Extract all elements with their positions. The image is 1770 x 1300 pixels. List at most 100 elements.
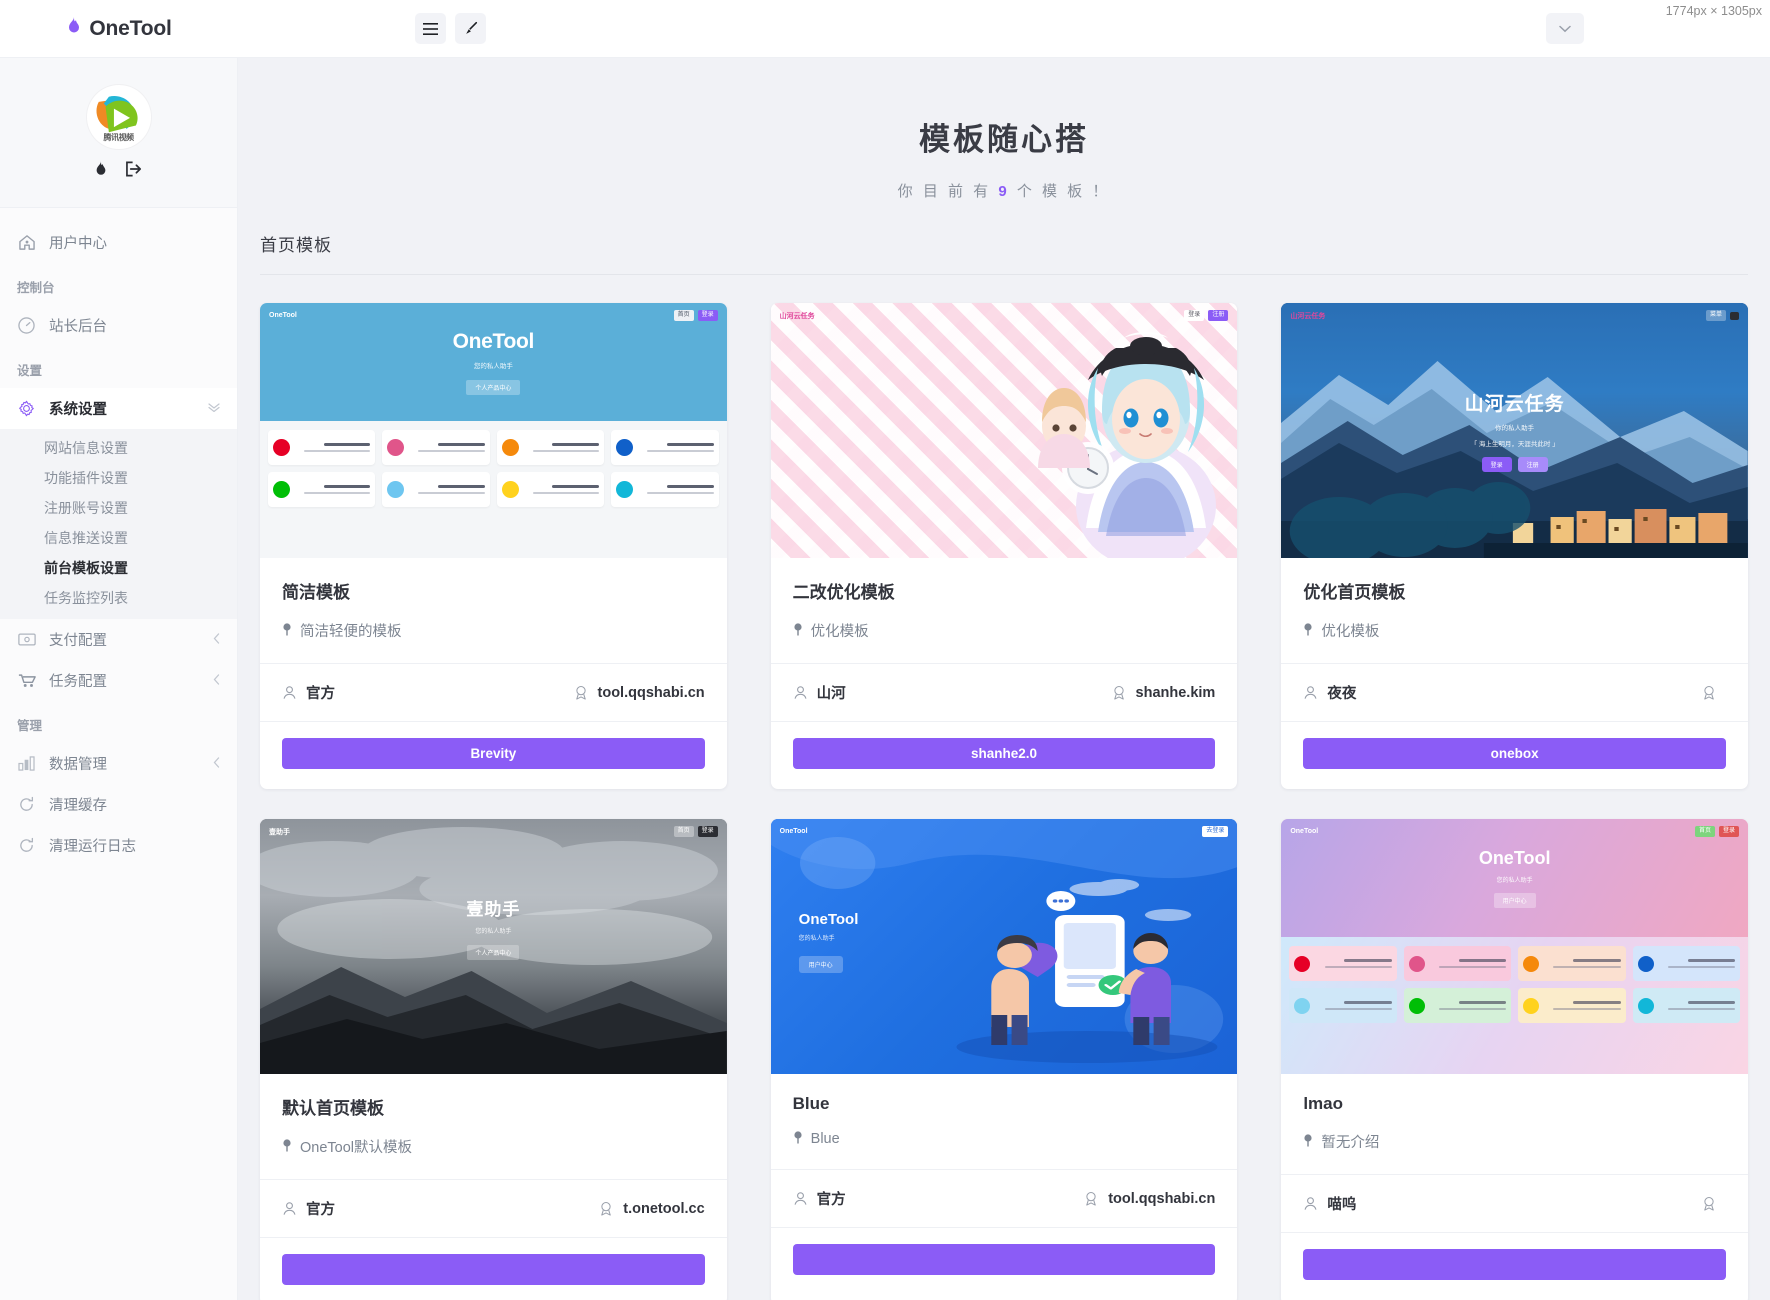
template-desc: 优化模板 — [1321, 624, 1380, 640]
thumb-tile — [382, 430, 490, 465]
sidebar-item-label: 站长后台 — [49, 319, 107, 335]
flame-icon — [66, 17, 82, 40]
template-author-name: 官方 — [306, 1202, 335, 1218]
user-icon — [1303, 1196, 1318, 1211]
template-card[interactable]: 山河云任务 你的私人助手 「 海上生明月，天涯共此时 」 登录 注册 山河云任务 — [1281, 303, 1748, 789]
thumb-tile — [1518, 988, 1626, 1023]
template-card-footer: onebox — [1281, 722, 1748, 789]
sidebar-group-title-settings: 设置 — [17, 364, 43, 378]
template-card-body: lmao 暂无介绍 — [1281, 1074, 1748, 1175]
sidebar-subitem-plugins[interactable]: 功能插件设置 — [0, 463, 237, 493]
refresh-icon — [17, 837, 36, 854]
thumb-mini-nav: 菜单 — [1705, 310, 1739, 321]
thumb-brand: 壹助手 — [269, 828, 290, 836]
sidebar-subitem-register-account[interactable]: 注册账号设置 — [0, 493, 237, 523]
template-desc-row: 暂无介绍 — [1303, 1131, 1726, 1152]
sidebar-group-title-console: 控制台 — [17, 281, 55, 295]
thumb-tile-grid — [260, 421, 727, 558]
count-suffix: 个 模 板 ！ — [1009, 183, 1111, 200]
thumb-mini-header: OneTool 首页 登录 — [269, 310, 718, 321]
hamburger-icon[interactable] — [415, 13, 446, 44]
template-card-footer — [1281, 1233, 1748, 1300]
sidebar-item-user-center[interactable]: 用户中心 — [0, 222, 237, 263]
thumb-hero-title: OneTool — [1478, 848, 1551, 868]
award-icon — [1083, 1191, 1099, 1206]
sidebar-item-payment-config[interactable]: 支付配置 — [0, 619, 237, 660]
top-bar-actions — [415, 13, 486, 44]
thumb-tile — [268, 430, 376, 465]
thumb-tile — [1632, 988, 1740, 1023]
template-desc: OneTool默认模板 — [300, 1140, 413, 1156]
template-thumbnail-anime: 山河云任务 登录 注册 — [770, 303, 1238, 558]
template-domain: shanhe.kim — [1111, 685, 1215, 701]
award-icon — [573, 685, 589, 700]
template-title: 默认首页模板 — [282, 1099, 384, 1118]
template-card[interactable]: 山河云任务 登录 注册 二改优化模板 优化模板 山河 shanhe.kim sh… — [770, 303, 1238, 789]
sidebar-item-clear-logs[interactable]: 清理运行日志 — [0, 825, 237, 866]
use-template-button[interactable]: Brevity — [282, 738, 705, 769]
sidebar-subitem-push-settings[interactable]: 信息推送设置 — [0, 523, 237, 553]
sidebar-subitem-site-info[interactable]: 网站信息设置 — [0, 433, 237, 463]
sidebar-item-system-settings[interactable]: 系统设置 — [0, 388, 237, 429]
thumb-hero-cta: 个人产品中心 — [467, 945, 520, 960]
sidebar-subitem-task-monitor[interactable]: 任务监控列表 — [0, 583, 237, 613]
thumb-hero-cta: 用户中心 — [1493, 893, 1536, 908]
use-template-button[interactable]: shanhe2.0 — [792, 738, 1216, 769]
thumb-mini-nav: 首页 登录 — [1694, 826, 1739, 837]
sidebar-item-task-config[interactable]: 任务配置 — [0, 660, 237, 701]
template-domain: tool.qqshabi.cn — [573, 685, 705, 701]
chevron-down-icon[interactable] — [1546, 13, 1584, 44]
sidebar-subitem-frontend-template[interactable]: 前台模板设置 — [0, 553, 237, 583]
sidebar-submenu-system-settings: 网站信息设置 功能插件设置 注册账号设置 信息推送设置 前台模板设置 任务监控列… — [0, 429, 237, 619]
template-author-name: 喵呜 — [1327, 1197, 1357, 1213]
template-card-body: 简洁模板 简洁轻便的模板 — [260, 558, 727, 664]
sidebar-item-admin-console[interactable]: 站长后台 — [0, 305, 237, 346]
avatar[interactable]: 腾讯视频 — [86, 84, 151, 149]
thumb-chip: 登录 — [697, 310, 718, 321]
thumb-hero-title: 壹助手 — [466, 900, 521, 919]
user-icon — [282, 685, 297, 700]
brush-icon[interactable] — [455, 13, 486, 44]
flame-icon[interactable] — [94, 160, 108, 181]
thumb-hero-title: OneTool — [798, 911, 859, 928]
template-title: Blue — [792, 1094, 830, 1113]
logout-icon[interactable] — [126, 161, 143, 180]
template-thumbnail-blue: OneTool 您的私人助手 用户中心 OneTool 去登录 — [770, 819, 1238, 1074]
thumb-hero-title: 山河云任务 — [1464, 394, 1565, 415]
template-card-meta: 官方 tool.qqshabi.cn — [260, 664, 727, 722]
template-domain: tool.qqshabi.cn — [1083, 1191, 1215, 1207]
sidebar-item-label: 支付配置 — [49, 633, 107, 649]
template-card[interactable]: OneTool 您的私人助手 用户中心 OneTool 首页 登录 lmao 暂… — [1281, 819, 1748, 1300]
template-card[interactable]: 壹助手 您的私人助手 个人产品中心 壹助手 首页 登录 默认首页模板 OneTo… — [260, 819, 727, 1300]
template-card-meta: 山河 shanhe.kim — [770, 664, 1238, 722]
brand-logo[interactable]: OneTool — [0, 17, 238, 41]
thumb-tile — [496, 430, 605, 465]
template-author-name: 官方 — [816, 1192, 846, 1208]
use-template-button[interactable] — [792, 1244, 1216, 1275]
user-icon — [793, 685, 808, 700]
template-author: 官方 — [282, 1198, 335, 1219]
section-title: 首页模板 — [260, 231, 1748, 275]
sidebar-item-label: 清理缓存 — [49, 798, 107, 814]
template-card-footer — [771, 1228, 1238, 1295]
thumb-tile-grid — [1281, 937, 1748, 1074]
thumb-tile — [1289, 946, 1397, 981]
template-card-body: 优化首页模板 优化模板 — [1281, 558, 1748, 664]
use-template-button[interactable] — [282, 1254, 705, 1285]
template-author: 夜夜 — [1303, 682, 1356, 703]
pin-icon — [282, 1138, 292, 1155]
template-title: 二改优化模板 — [792, 583, 895, 602]
sidebar-item-data-management[interactable]: 数据管理 — [0, 743, 237, 784]
use-template-button[interactable] — [1303, 1249, 1726, 1280]
template-card[interactable]: OneTool 您的私人助手 用户中心 OneTool 去登录 Blue Blu… — [770, 819, 1238, 1300]
gear-icon — [17, 400, 36, 417]
profile-actions — [94, 160, 143, 181]
thumb-tile — [382, 472, 490, 507]
thumb-mini-nav: 首页 登录 — [673, 310, 718, 321]
template-card[interactable]: OneTool 首页 登录 OneTool 您的私人助手 个人产品中心 简洁模板… — [260, 303, 727, 789]
template-author: 官方 — [793, 1188, 846, 1209]
use-template-button[interactable]: onebox — [1303, 738, 1726, 769]
template-desc-row: OneTool默认模板 — [282, 1136, 705, 1157]
template-desc: 优化模板 — [810, 624, 869, 640]
sidebar-item-clear-cache[interactable]: 清理缓存 — [0, 784, 237, 825]
